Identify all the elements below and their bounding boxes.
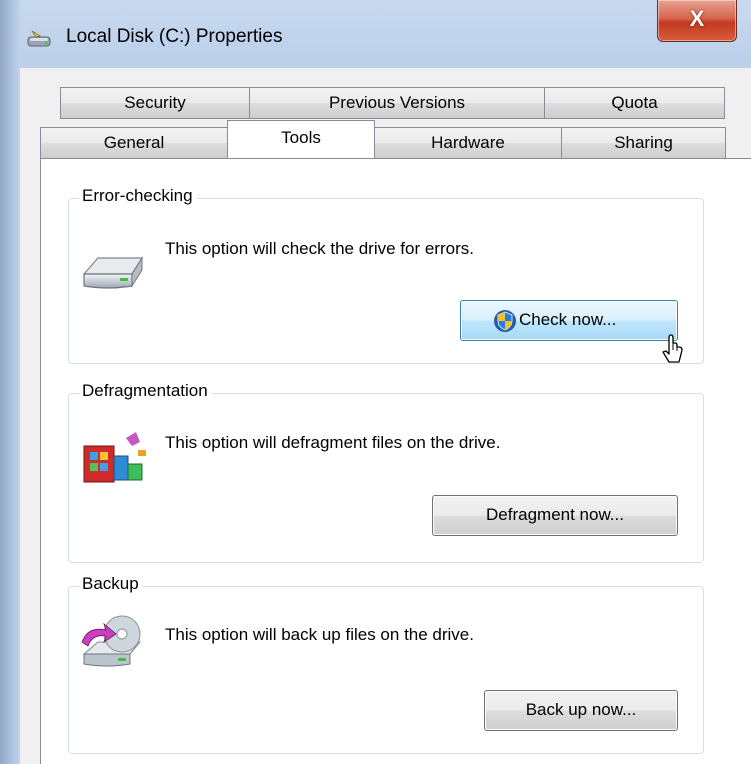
- defragmentation-group: [68, 393, 704, 563]
- check-now-button[interactable]: Check now...: [460, 300, 678, 341]
- backup-icon: [81, 615, 142, 667]
- close-button[interactable]: X: [657, 0, 737, 42]
- tab-label: General: [103, 133, 165, 152]
- window-title: Local Disk (C:) Properties: [66, 26, 283, 47]
- tab-quota[interactable]: Quota: [544, 87, 725, 119]
- close-icon: X: [689, 6, 705, 31]
- tab-tools[interactable]: Tools: [227, 120, 375, 158]
- check-now-label: Check now...: [519, 310, 617, 329]
- tab-previous-versions[interactable]: Previous Versions: [249, 87, 545, 119]
- tab-security[interactable]: Security: [60, 87, 250, 119]
- defragmentation-description: This option will defragment files on the…: [165, 433, 501, 452]
- tab-label: Hardware: [431, 133, 505, 152]
- back-up-now-button[interactable]: Back up now...: [484, 690, 678, 731]
- mouse-cursor-icon: [662, 334, 683, 363]
- uac-shield-icon: [494, 310, 516, 332]
- tab-label: Quota: [611, 93, 658, 112]
- defrag-icon: [83, 432, 146, 483]
- backup-description: This option will back up files on the dr…: [165, 625, 474, 644]
- error-checking-description: This option will check the drive for err…: [165, 239, 474, 258]
- tab-general[interactable]: General: [40, 127, 228, 159]
- drive-properties-icon: [27, 30, 51, 47]
- defragment-now-label: Defragment now...: [486, 505, 624, 524]
- defragmentation-title: Defragmentation: [79, 381, 212, 401]
- defragment-now-button[interactable]: Defragment now...: [432, 495, 678, 536]
- tab-sharing[interactable]: Sharing: [561, 127, 726, 159]
- tab-hardware[interactable]: Hardware: [374, 127, 562, 159]
- tab-label: Previous Versions: [328, 93, 466, 112]
- backup-title: Backup: [79, 574, 143, 594]
- window-left-border: [0, 0, 20, 764]
- title-bar[interactable]: Local Disk (C:) Properties X: [0, 0, 751, 68]
- drive-icon: [82, 256, 144, 289]
- error-checking-title: Error-checking: [79, 186, 197, 206]
- tab-label: Sharing: [614, 133, 673, 152]
- tab-label: Tools: [281, 128, 321, 147]
- tab-label: Security: [124, 93, 186, 112]
- back-up-now-label: Back up now...: [525, 700, 637, 719]
